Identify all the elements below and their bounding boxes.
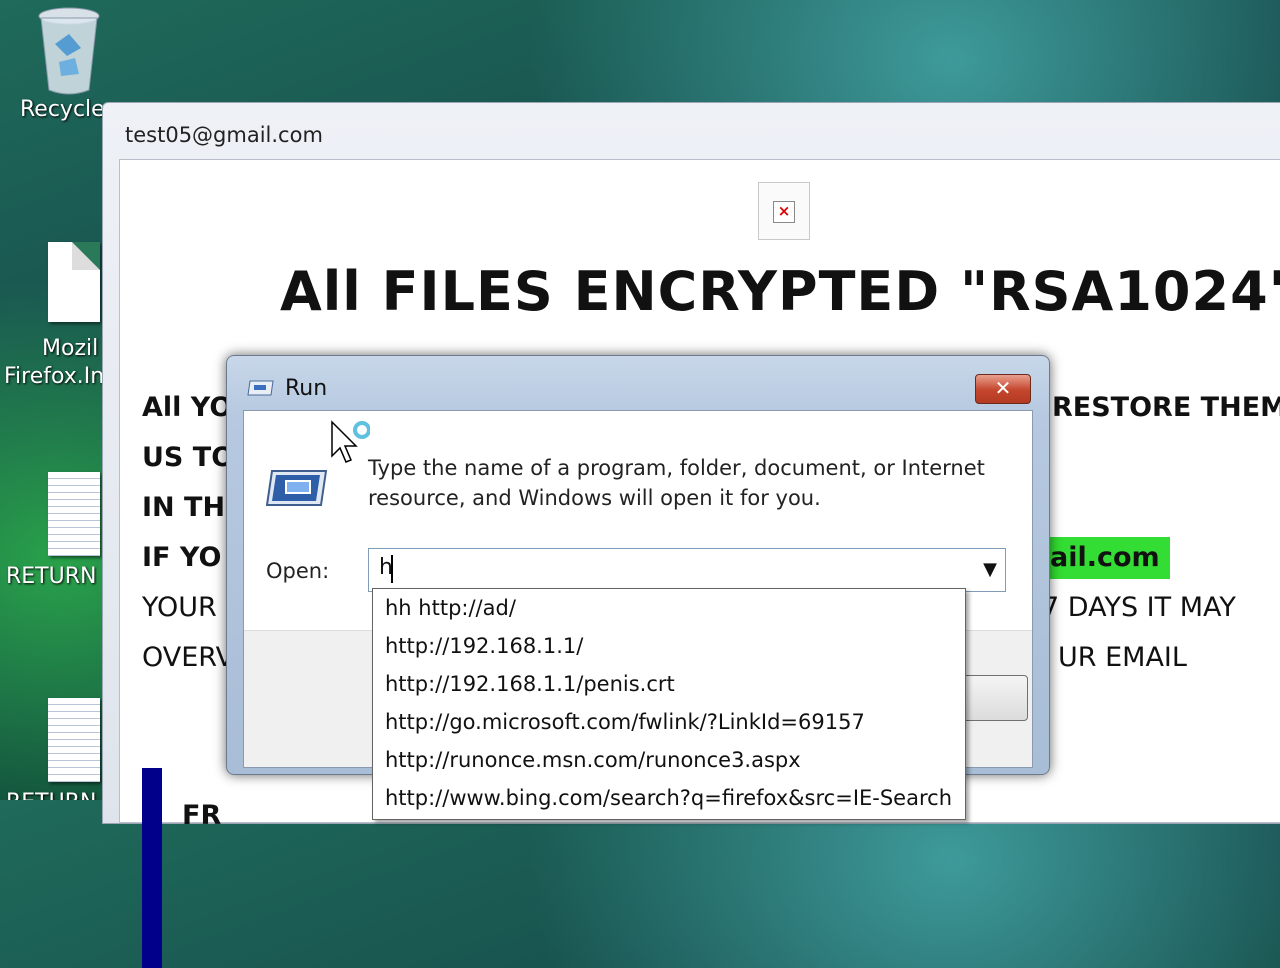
autocomplete-item[interactable]: hh http://ad/ xyxy=(373,589,965,627)
run-icon xyxy=(247,380,274,396)
text-caret xyxy=(391,555,393,583)
close-button[interactable]: ✕ xyxy=(975,374,1031,404)
ransom-line-1-left: All YO xyxy=(142,392,233,423)
firefox-installer-label-1: Mozil xyxy=(42,336,99,361)
dialog-title: Run xyxy=(285,376,328,401)
broken-image-icon: × xyxy=(773,201,795,223)
ransom-fr-text: FR xyxy=(182,800,222,831)
ransom-line-2-left: US TO xyxy=(142,442,235,473)
autocomplete-item[interactable]: http://www.bing.com/search?q=firefox&src… xyxy=(373,779,965,817)
ransom-line-6-right: UR EMAIL xyxy=(1058,642,1187,673)
autocomplete-list: hh http://ad/ http://192.168.1.1/ http:/… xyxy=(372,588,966,820)
ransom-line-6-left: OVERV xyxy=(142,642,235,673)
autocomplete-item[interactable]: http://192.168.1.1/ xyxy=(373,627,965,665)
run-program-icon xyxy=(266,470,328,506)
autocomplete-item[interactable]: http://go.microsoft.com/fwlink/?LinkId=6… xyxy=(373,703,965,741)
open-label-text: Open: xyxy=(266,559,330,583)
return-file-desktop-icon-1[interactable]: RETURN xyxy=(0,470,110,600)
firefox-installer-label-2: Firefox.In xyxy=(4,364,105,389)
ransom-line-3-left: IN TH xyxy=(142,492,226,523)
return-file-label-2: RETURN xyxy=(6,790,96,800)
return-file-label-1: RETURN xyxy=(6,564,97,589)
recycle-bin-icon xyxy=(38,7,100,95)
file-icon xyxy=(48,242,100,322)
autocomplete-item[interactable]: http://runonce.msn.com/runonce3.aspx xyxy=(373,741,965,779)
text-file-icon xyxy=(48,472,100,556)
open-label: Open: xyxy=(266,559,329,583)
firefox-installer-desktop-icon[interactable]: Mozil Firefox.In xyxy=(0,240,110,400)
run-description: Type the name of a program, folder, docu… xyxy=(368,456,985,510)
text-file-icon xyxy=(48,698,100,782)
ransom-line-5-left: YOUR xyxy=(142,592,217,623)
open-combobox[interactable]: h ▼ xyxy=(368,548,1006,592)
ransom-line-4-left: IF YO xyxy=(142,542,222,573)
ransom-email-highlight: ail.com xyxy=(1040,537,1170,579)
ransom-line-1-right: RESTORE THEM xyxy=(1052,392,1280,423)
window-title: test05@gmail.com xyxy=(125,123,323,147)
blue-sidebar-bar xyxy=(142,768,162,968)
broken-image-placeholder: × xyxy=(758,182,810,240)
ransom-line-5-right: 7 DAYS IT MAY xyxy=(1042,592,1236,623)
autocomplete-item[interactable]: http://192.168.1.1/penis.crt xyxy=(373,665,965,703)
return-file-desktop-icon-2[interactable]: RETURN xyxy=(0,696,110,800)
busy-cursor-icon xyxy=(331,420,370,463)
ransom-headline: All FILES ENCRYPTED "RSA1024" xyxy=(280,260,1280,323)
dropdown-arrow-icon[interactable]: ▼ xyxy=(983,559,997,580)
